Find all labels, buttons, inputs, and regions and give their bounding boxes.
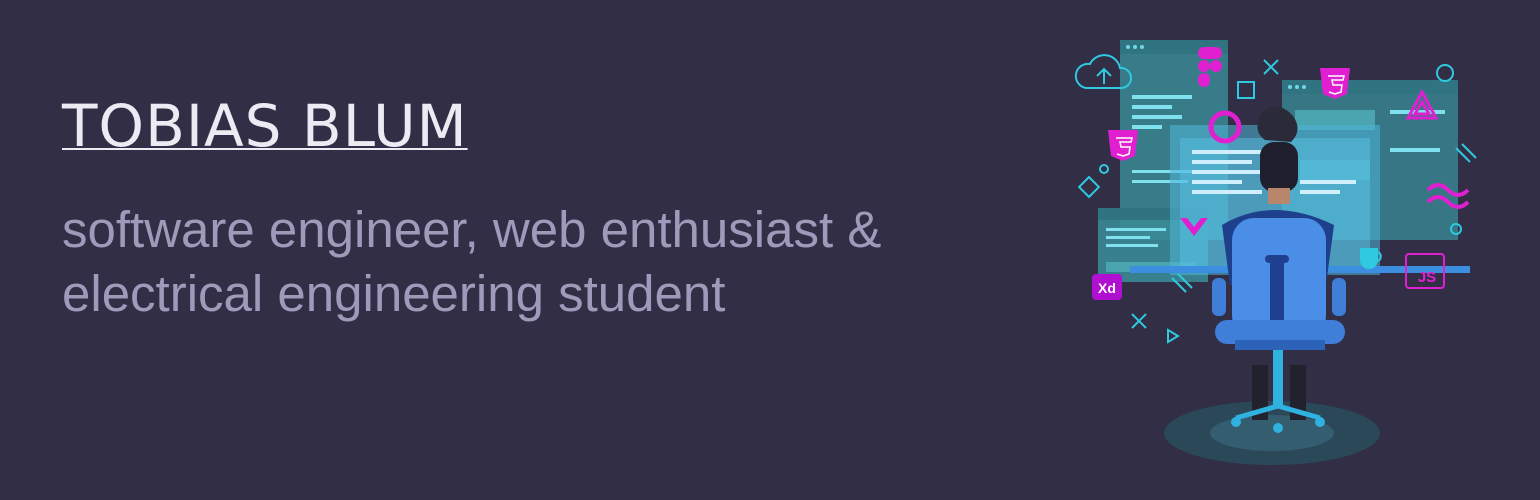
developer-illustration: Xd JS <box>1074 40 1477 465</box>
hero-tagline: software engineer, web enthusiast & elec… <box>62 198 1052 326</box>
xd-icon: Xd <box>1092 274 1122 300</box>
tagline-line-2: electrical engineering student <box>62 265 726 322</box>
hero-text-block: TOBIAS BLUM software engineer, web enthu… <box>62 88 1052 326</box>
html5-icon <box>1108 130 1138 161</box>
html5-icon-right <box>1320 68 1350 99</box>
xd-badge-label: Xd <box>1098 280 1116 296</box>
js-badge-label: JS <box>1418 269 1436 286</box>
hero-name: TOBIAS BLUM <box>62 92 468 160</box>
office-chair <box>1212 218 1346 433</box>
tagline-line-1: software engineer, web enthusiast & <box>62 201 882 258</box>
